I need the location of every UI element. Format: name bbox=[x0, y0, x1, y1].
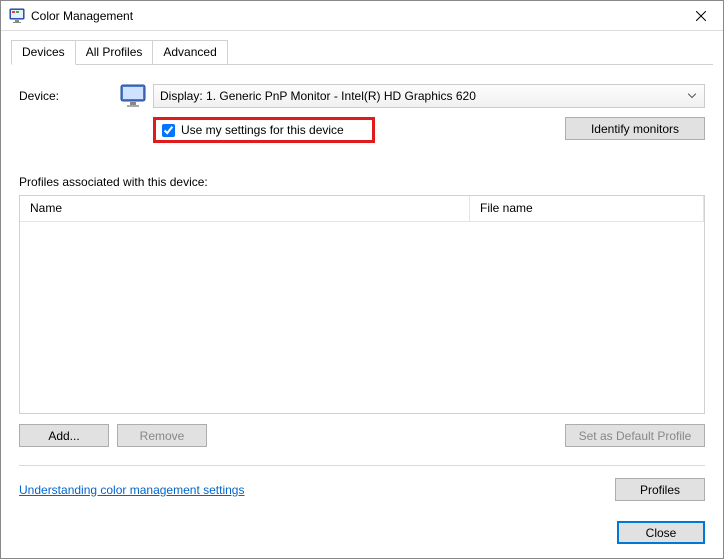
device-dropdown[interactable]: Display: 1. Generic PnP Monitor - Intel(… bbox=[153, 84, 705, 108]
separator bbox=[19, 465, 705, 466]
use-my-settings-label: Use my settings for this device bbox=[181, 123, 344, 137]
profiles-label: Profiles associated with this device: bbox=[19, 175, 705, 189]
close-button[interactable]: Close bbox=[617, 521, 705, 544]
app-icon bbox=[9, 8, 25, 24]
list-body bbox=[20, 222, 704, 413]
column-header-filename[interactable]: File name bbox=[470, 196, 704, 221]
monitor-icon bbox=[119, 83, 147, 109]
close-icon bbox=[696, 11, 706, 21]
profiles-button[interactable]: Profiles bbox=[615, 478, 705, 501]
device-selected-text: Display: 1. Generic PnP Monitor - Intel(… bbox=[160, 89, 476, 103]
list-header: Name File name bbox=[20, 196, 704, 222]
identify-monitors-button[interactable]: Identify monitors bbox=[565, 117, 705, 140]
use-my-settings-checkbox[interactable] bbox=[162, 124, 175, 137]
profiles-listbox[interactable]: Name File name bbox=[19, 195, 705, 414]
set-default-button: Set as Default Profile bbox=[565, 424, 705, 447]
close-row: Close bbox=[1, 511, 723, 558]
window-title: Color Management bbox=[31, 9, 678, 23]
add-button[interactable]: Add... bbox=[19, 424, 109, 447]
footer-row: Understanding color management settings … bbox=[19, 478, 705, 501]
chevron-down-icon bbox=[688, 94, 696, 99]
window-close-button[interactable] bbox=[678, 1, 723, 31]
use-my-settings-checkbox-highlight: Use my settings for this device bbox=[153, 117, 375, 143]
tab-advanced[interactable]: Advanced bbox=[152, 40, 227, 65]
device-label: Device: bbox=[19, 89, 119, 103]
tabstrip: Devices All Profiles Advanced bbox=[1, 31, 723, 64]
titlebar: Color Management bbox=[1, 1, 723, 31]
profile-buttons-row: Add... Remove Set as Default Profile bbox=[19, 424, 705, 447]
remove-button: Remove bbox=[117, 424, 207, 447]
column-header-name[interactable]: Name bbox=[20, 196, 470, 221]
tab-devices[interactable]: Devices bbox=[11, 40, 76, 65]
device-row: Device: Display: 1. Generic PnP Monitor … bbox=[19, 83, 705, 109]
color-management-window: Color Management Devices All Profiles Ad… bbox=[0, 0, 724, 559]
settings-row: Use my settings for this device Identify… bbox=[19, 117, 705, 143]
tab-all-profiles[interactable]: All Profiles bbox=[75, 40, 154, 65]
devices-panel: Device: Display: 1. Generic PnP Monitor … bbox=[1, 65, 723, 511]
understanding-link[interactable]: Understanding color management settings bbox=[19, 483, 244, 497]
